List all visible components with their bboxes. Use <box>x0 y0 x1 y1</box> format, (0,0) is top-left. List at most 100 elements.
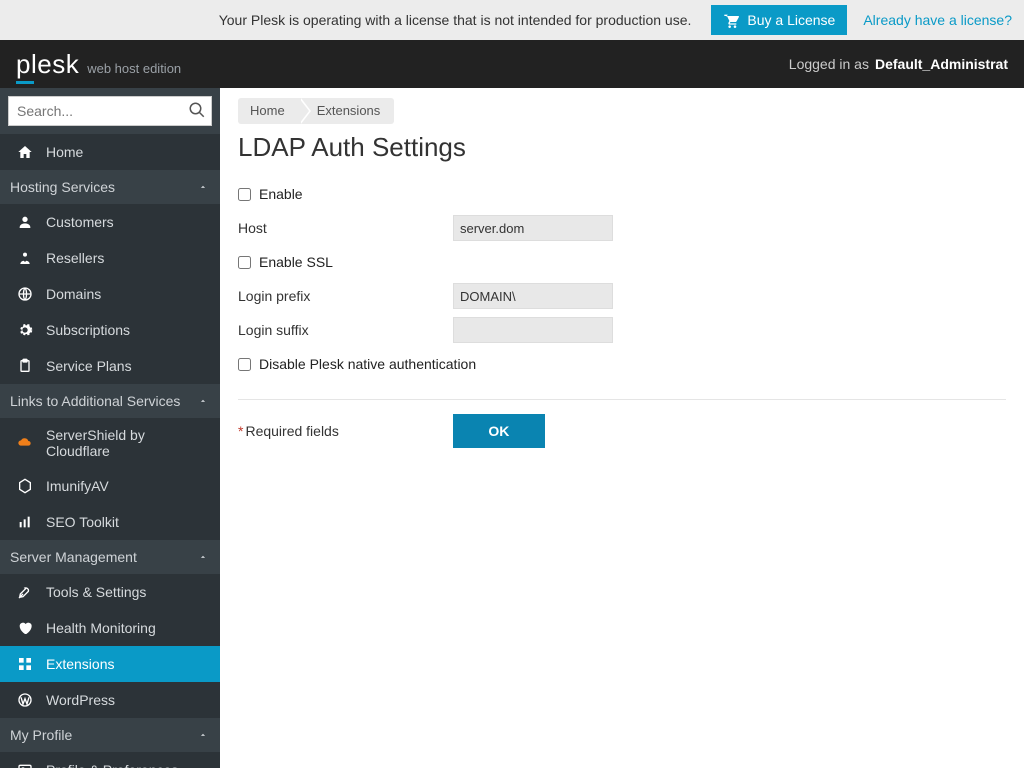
gear-icon <box>16 321 34 339</box>
hexagon-icon <box>16 477 34 495</box>
user-icon <box>16 213 34 231</box>
sidebar-section-label: Links to Additional Services <box>10 393 180 409</box>
sidebar-item-label: ServerShield by Cloudflare <box>46 427 204 459</box>
clipboard-icon <box>16 357 34 375</box>
sidebar-item-imunifyav[interactable]: ImunifyAV <box>0 468 220 504</box>
sidebar-item-profile-preferences[interactable]: Profile & Preferences <box>0 752 220 768</box>
sidebar-item-resellers[interactable]: Resellers <box>0 240 220 276</box>
row-login-prefix: Login prefix <box>238 279 1006 313</box>
sidebar-item-extensions[interactable]: Extensions <box>0 646 220 682</box>
sidebar-section-links[interactable]: Links to Additional Services <box>0 384 220 418</box>
sidebar-item-domains[interactable]: Domains <box>0 276 220 312</box>
search-icon[interactable] <box>188 101 206 119</box>
disable-native-label: Disable Plesk native authentication <box>259 356 476 372</box>
sidebar-item-seo-toolkit[interactable]: SEO Toolkit <box>0 504 220 540</box>
row-enable: Enable <box>238 177 1006 211</box>
buy-license-button[interactable]: Buy a License <box>711 5 847 35</box>
sidebar-item-label: Health Monitoring <box>46 620 204 636</box>
brand-logo: plesk <box>16 49 79 80</box>
search-input[interactable] <box>8 96 212 126</box>
row-host: Host <box>238 211 1006 245</box>
cart-icon <box>723 12 739 28</box>
sidebar-item-label: Service Plans <box>46 358 204 374</box>
already-have-license-link[interactable]: Already have a license? <box>863 12 1012 28</box>
wordpress-icon <box>16 691 34 709</box>
login-suffix-label: Login suffix <box>238 322 453 338</box>
license-message: Your Plesk is operating with a license t… <box>219 12 692 28</box>
main-content: Home Extensions LDAP Auth Settings Enabl… <box>220 88 1024 768</box>
brand: plesk web host edition <box>16 49 181 80</box>
sidebar-item-label: Extensions <box>46 656 204 672</box>
ssl-checkbox[interactable] <box>238 256 251 269</box>
sidebar-section-hosting[interactable]: Hosting Services <box>0 170 220 204</box>
ok-button[interactable]: OK <box>453 414 545 448</box>
sidebar-item-label: ImunifyAV <box>46 478 204 494</box>
buy-license-label: Buy a License <box>747 12 835 28</box>
disable-native-checkbox[interactable] <box>238 358 251 371</box>
row-disable-native: Disable Plesk native authentication <box>238 347 1006 381</box>
search <box>8 96 212 126</box>
sidebar-item-label: Subscriptions <box>46 322 204 338</box>
sidebar-item-label: Home <box>46 144 204 160</box>
form-footer: *Required fields OK <box>238 414 1006 448</box>
sidebar-section-label: Server Management <box>10 549 137 565</box>
row-login-suffix: Login suffix <box>238 313 1006 347</box>
login-prefix-input[interactable] <box>453 283 613 309</box>
sidebar-item-label: Profile & Preferences <box>46 762 204 768</box>
login-prefix-label: Login prefix <box>238 288 453 304</box>
sidebar-item-label: WordPress <box>46 692 204 708</box>
sidebar-item-subscriptions[interactable]: Subscriptions <box>0 312 220 348</box>
chevron-up-icon <box>198 182 208 192</box>
globe-icon <box>16 285 34 303</box>
sidebar-item-wordpress[interactable]: WordPress <box>0 682 220 718</box>
topbar: plesk web host edition Logged in as Defa… <box>0 40 1024 88</box>
chevron-up-icon <box>198 730 208 740</box>
page-title: LDAP Auth Settings <box>238 132 1006 163</box>
chevron-up-icon <box>198 552 208 562</box>
asterisk-icon: * <box>238 423 243 439</box>
sidebar-item-label: Tools & Settings <box>46 584 204 600</box>
sidebar-item-label: Customers <box>46 214 204 230</box>
sidebar-item-customers[interactable]: Customers <box>0 204 220 240</box>
sidebar-item-home[interactable]: Home <box>0 134 220 170</box>
sidebar-item-servershield[interactable]: ServerShield by Cloudflare <box>0 418 220 468</box>
divider <box>238 399 1006 400</box>
brand-edition: web host edition <box>87 61 181 76</box>
logged-in-prefix: Logged in as <box>789 56 869 72</box>
breadcrumb: Home Extensions <box>238 98 1006 124</box>
sidebar-item-health-monitoring[interactable]: Health Monitoring <box>0 610 220 646</box>
sidebar-item-label: Resellers <box>46 250 204 266</box>
search-wrap <box>0 88 220 134</box>
enable-checkbox[interactable] <box>238 188 251 201</box>
sidebar-item-service-plans[interactable]: Service Plans <box>0 348 220 384</box>
login-info: Logged in as Default_Administrat <box>789 56 1008 72</box>
chart-icon <box>16 513 34 531</box>
required-fields-note: *Required fields <box>238 423 339 439</box>
home-icon <box>16 143 34 161</box>
host-input[interactable] <box>453 215 613 241</box>
tools-icon <box>16 583 34 601</box>
sidebar-item-tools-settings[interactable]: Tools & Settings <box>0 574 220 610</box>
sidebar-section-profile[interactable]: My Profile <box>0 718 220 752</box>
sidebar: Home Hosting Services Customers Reseller… <box>0 88 220 768</box>
card-icon <box>16 761 34 768</box>
login-suffix-input[interactable] <box>453 317 613 343</box>
breadcrumb-home[interactable]: Home <box>238 98 299 124</box>
ssl-label: Enable SSL <box>259 254 333 270</box>
logged-in-user[interactable]: Default_Administrat <box>875 56 1008 72</box>
sidebar-section-label: My Profile <box>10 727 72 743</box>
reseller-icon <box>16 249 34 267</box>
row-ssl: Enable SSL <box>238 245 1006 279</box>
enable-label: Enable <box>259 186 303 202</box>
breadcrumb-extensions[interactable]: Extensions <box>299 98 395 124</box>
license-banner: Your Plesk is operating with a license t… <box>0 0 1024 40</box>
host-label: Host <box>238 220 453 236</box>
extensions-icon <box>16 655 34 673</box>
sidebar-item-label: SEO Toolkit <box>46 514 204 530</box>
required-fields-label: Required fields <box>245 423 338 439</box>
sidebar-section-label: Hosting Services <box>10 179 115 195</box>
sidebar-item-label: Domains <box>46 286 204 302</box>
chevron-up-icon <box>198 396 208 406</box>
cloudflare-icon <box>16 434 34 452</box>
sidebar-section-server-mgmt[interactable]: Server Management <box>0 540 220 574</box>
